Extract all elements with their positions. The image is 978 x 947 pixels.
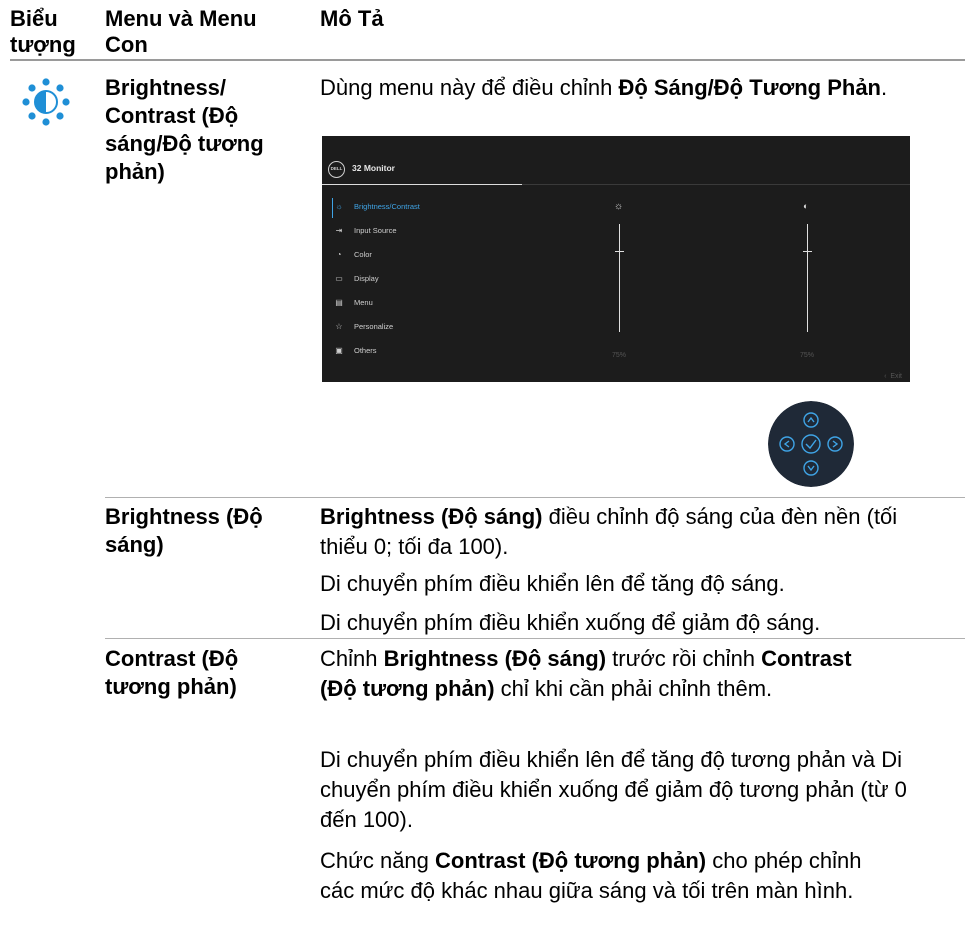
brightness-desc-1: Brightness (Độ sáng) điều chỉnh độ sáng … <box>320 502 940 562</box>
contrast-desc-1: Chỉnh Brightness (Độ sáng) trước rồi chỉ… <box>320 644 880 704</box>
brightness-desc-2: Di chuyển phím điều khiển lên để tăng độ… <box>320 571 785 596</box>
osd-item-label: Others <box>354 346 377 355</box>
brightness-bold: Brightness (Độ sáng) <box>320 504 543 529</box>
palette-icon: ◔ <box>336 250 342 259</box>
others-icon: ▣ <box>335 346 343 355</box>
brightness-slider-handle[interactable] <box>615 251 624 252</box>
desc-bold: Độ Sáng/Độ Tương Phản <box>618 75 881 100</box>
menu-brightness: Brightness (Độ sáng) <box>105 504 263 557</box>
contrast-desc-e: chỉ khi cần phải chỉnh thêm. <box>494 676 773 701</box>
contrast-desc-3b: Contrast (Độ tương phản) <box>435 848 707 873</box>
row-divider-2 <box>105 638 965 639</box>
brightness-contrast-description: Dùng menu này để điều chỉnh Độ Sáng/Độ T… <box>320 73 940 103</box>
star-icon: ☆ <box>335 322 343 331</box>
contrast-slider-icon: ◐ <box>803 201 809 211</box>
osd-divider <box>522 184 910 185</box>
contrast-slider-track[interactable] <box>807 224 808 332</box>
sun-icon: ☼ <box>335 202 343 211</box>
contrast-desc-c: trước rồi chỉnh <box>606 646 762 671</box>
header-icon-column: Biểu tượng <box>10 6 76 57</box>
osd-exit-label: Exit <box>890 373 902 380</box>
brightness-slider-track[interactable] <box>619 224 620 332</box>
osd-item-label: Display <box>354 274 379 283</box>
contrast-desc-a: Chỉnh <box>320 646 384 671</box>
dell-logo: DELL <box>328 161 345 178</box>
header-divider <box>10 59 965 61</box>
row-divider-1 <box>105 497 965 498</box>
contrast-desc-3a: Chức năng <box>320 848 436 873</box>
monitor-icon: ▭ <box>335 274 343 283</box>
osd-selection-bar <box>332 198 333 218</box>
brightness-contrast-icon <box>22 78 70 126</box>
brightness-percent: 75% <box>612 352 627 359</box>
osd-item-label: Personalize <box>354 322 394 331</box>
header-menu-column: Menu và Menu Con <box>105 6 257 57</box>
contrast-desc-3: Chức năng Contrast (Độ tương phản) cho p… <box>320 846 880 906</box>
osd-item-label: Color <box>354 250 372 259</box>
joystick-diagram <box>768 401 854 487</box>
osd-item-label: Menu <box>354 298 373 307</box>
brightness-desc-3: Di chuyển phím điều khiển xuống để giảm … <box>320 610 821 635</box>
desc-text: Dùng menu này để điều chỉnh <box>320 75 619 100</box>
menu-brightness-contrast: Brightness/ Contrast (Độ sáng/Độ tương p… <box>105 75 264 184</box>
dell-logo-text: DELL <box>330 166 343 171</box>
brightness-slider-sun-icon: ☼ <box>614 201 624 212</box>
osd-item-label: Brightness/Contrast <box>354 202 420 211</box>
desc-period: . <box>881 75 888 100</box>
chevron-left-icon: ‹ <box>884 373 887 380</box>
contrast-desc-b: Brightness (Độ sáng) <box>383 646 607 671</box>
contrast-slider-handle[interactable] <box>803 251 812 252</box>
osd-title: 32 Monitor <box>352 163 395 173</box>
osd-exit[interactable]: ‹ Exit <box>884 373 902 380</box>
monitor-osd-screenshot: DELL 32 Monitor ☼ Brightness/Contrast ⇥ … <box>322 136 910 382</box>
osd-item-label: Input Source <box>354 226 397 235</box>
input-icon: ⇥ <box>335 226 343 235</box>
header-description-column: Mô Tả <box>320 6 384 31</box>
menu-contrast: Contrast (Độ tương phản) <box>105 646 239 699</box>
menu-icon: ▤ <box>335 298 343 307</box>
contrast-desc-2: Di chuyển phím điều khiển lên để tăng độ… <box>320 747 907 832</box>
osd-title-underline <box>322 184 522 185</box>
contrast-percent: 75% <box>800 352 815 359</box>
